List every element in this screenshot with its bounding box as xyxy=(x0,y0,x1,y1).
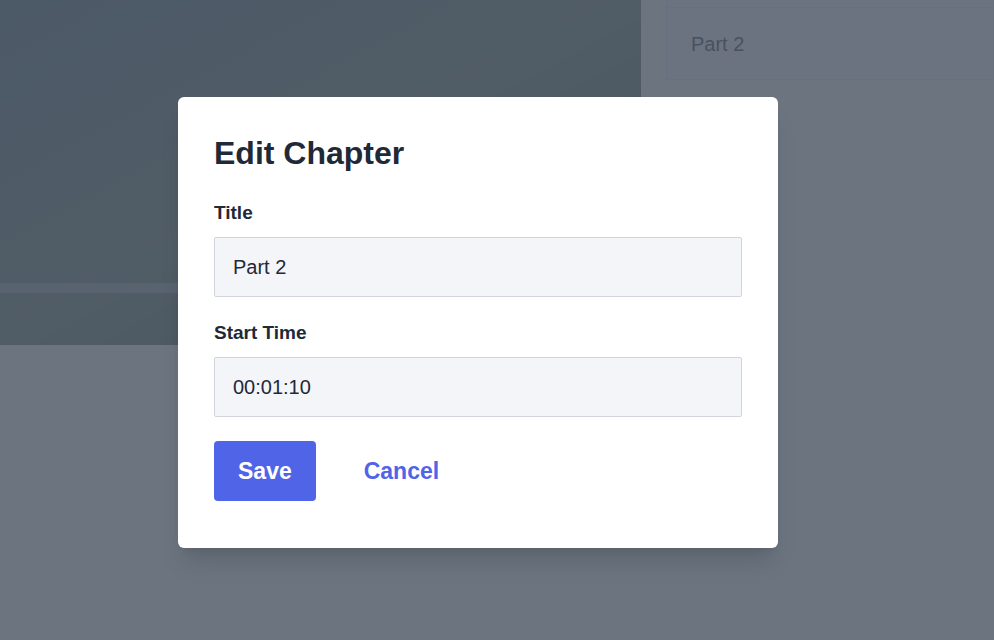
edit-chapter-dialog: Edit Chapter Title Start Time Save Cancel xyxy=(178,97,778,548)
form-field: Start Time xyxy=(214,321,742,417)
modal-overlay[interactable]: Edit Chapter Title Start Time Save Cancel xyxy=(0,0,994,640)
dialog-actions: Save Cancel xyxy=(214,441,742,501)
cancel-button[interactable]: Cancel xyxy=(340,441,463,501)
field-input[interactable] xyxy=(214,357,742,417)
app: Part 2Edit ChapterTitleStart TimeSaveCan… xyxy=(0,0,994,640)
field-label: Start Time xyxy=(214,321,742,345)
form-field: Title xyxy=(214,201,742,297)
dialog-title: Edit Chapter xyxy=(214,133,742,173)
field-label: Title xyxy=(214,201,742,225)
save-button[interactable]: Save xyxy=(214,441,316,501)
field-input[interactable] xyxy=(214,237,742,297)
